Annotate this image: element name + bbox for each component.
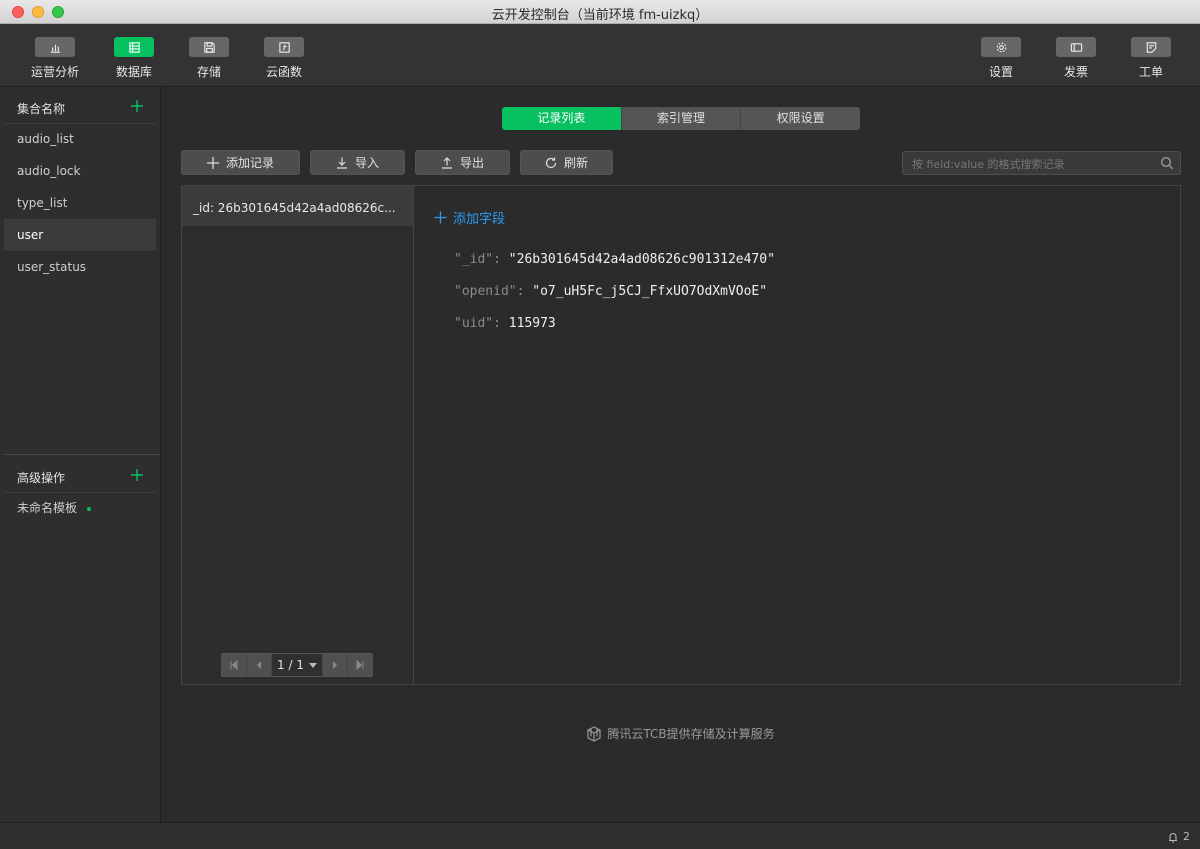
toolbar-label: 数据库 xyxy=(115,65,152,79)
add-field-label: 添加字段 xyxy=(453,212,506,227)
title-bar: 云开发控制台（当前环境 fm-uizkq） xyxy=(0,0,1200,24)
prev-page-icon xyxy=(257,661,261,669)
tab-records[interactable]: 记录列表 xyxy=(502,107,621,130)
tcb-logo-icon xyxy=(587,725,601,742)
template-item[interactable]: 未命名模板 xyxy=(4,492,156,524)
add-collection-icon[interactable] xyxy=(130,99,144,113)
toolbar-settings-button[interactable]: 设置 xyxy=(971,37,1031,80)
database-icon xyxy=(114,37,154,57)
add-field-button[interactable]: 添加字段 xyxy=(434,208,505,227)
toolbar-label: 存储 xyxy=(196,65,221,79)
collection-item[interactable]: audio_lock xyxy=(4,155,156,187)
refresh-label: 刷新 xyxy=(563,156,588,170)
toolbar-label: 工单 xyxy=(1138,65,1163,79)
template-list: 未命名模板 xyxy=(4,492,156,524)
export-label: 导出 xyxy=(459,156,484,170)
toolbar-label: 云函数 xyxy=(265,65,302,79)
next-page-icon xyxy=(333,661,337,669)
plus-icon xyxy=(206,156,219,169)
storage-icon xyxy=(189,37,229,57)
collections-header: 集合名称 xyxy=(4,89,156,124)
field-value: "o7_uH5Fc_j5CJ_FfxUO7OdXmVOoE" xyxy=(532,284,768,299)
next-page-button[interactable] xyxy=(322,654,347,676)
unsaved-dot-icon xyxy=(87,506,92,511)
collection-item[interactable]: type_list xyxy=(4,187,156,219)
status-bar: 2 xyxy=(0,822,1200,849)
prev-page-button[interactable] xyxy=(247,654,272,676)
caret-down-icon xyxy=(308,662,317,668)
add-record-button[interactable]: 添加记录 xyxy=(181,150,300,175)
toolbar: 运营分析 数据库 存储 云函数 设置 发票 工单 xyxy=(0,24,1200,87)
footer-text: 腾讯云TCB提供存储及计算服务 xyxy=(607,727,775,741)
notifications-button[interactable]: 2 xyxy=(1167,830,1190,843)
collection-item[interactable]: audio_list xyxy=(4,123,156,155)
add-template-icon[interactable] xyxy=(130,468,144,482)
field-key: "openid": xyxy=(454,284,525,299)
toolbar-label: 发票 xyxy=(1063,65,1088,79)
toolbar-functions-button[interactable]: 云函数 xyxy=(254,37,314,80)
field-row[interactable]: "uid": 115973 xyxy=(454,316,775,348)
download-icon xyxy=(336,157,347,169)
field-row[interactable]: "_id": "26b301645d42a4ad08626c901312e470… xyxy=(454,252,775,284)
toolbar-storage-button[interactable]: 存储 xyxy=(179,37,239,80)
collection-item[interactable]: user_status xyxy=(4,251,156,283)
toolbar-database-button[interactable]: 数据库 xyxy=(104,37,164,80)
toolbar-analytics-button[interactable]: 运营分析 xyxy=(25,37,85,80)
window-title: 云开发控制台（当前环境 fm-uizkq） xyxy=(491,8,709,23)
plus-icon xyxy=(434,211,447,224)
field-value: 115973 xyxy=(508,316,556,331)
search-icon[interactable] xyxy=(1160,156,1174,170)
collection-list: audio_list audio_lock type_list user use… xyxy=(4,123,156,283)
tab-indexes[interactable]: 索引管理 xyxy=(620,107,741,130)
import-label: 导入 xyxy=(354,156,379,170)
search-box xyxy=(902,151,1181,176)
bar-chart-icon xyxy=(35,37,75,57)
sidebar: 集合名称 audio_list audio_lock type_list use… xyxy=(0,87,161,822)
page-indicator: 1 / 1 xyxy=(277,658,304,672)
template-name: 未命名模板 xyxy=(17,501,78,515)
advanced-header: 高级操作 xyxy=(4,458,156,493)
sidebar-divider xyxy=(4,454,160,455)
last-page-button[interactable] xyxy=(347,654,372,676)
record-item[interactable]: _id: 26b301645d42a4ad08626c... xyxy=(182,186,413,226)
advanced-title: 高级操作 xyxy=(17,471,66,485)
page-selector[interactable]: 1 / 1 xyxy=(272,654,322,676)
field-value: "26b301645d42a4ad08626c901312e470" xyxy=(508,252,775,267)
search-input[interactable] xyxy=(903,152,1164,176)
bell-icon xyxy=(1169,832,1177,843)
footer-brand: 腾讯云TCB提供存储及计算服务 xyxy=(161,725,1200,742)
upload-icon xyxy=(441,156,452,169)
gear-icon xyxy=(981,37,1021,57)
collection-item-selected[interactable]: user xyxy=(4,219,156,251)
field-key: "_id": xyxy=(454,252,501,267)
invoice-icon xyxy=(1056,37,1096,57)
function-icon xyxy=(264,37,304,57)
export-button[interactable]: 导出 xyxy=(415,150,510,175)
ticket-icon xyxy=(1131,37,1171,57)
field-row[interactable]: "openid": "o7_uH5Fc_j5CJ_FfxUO7OdXmVOoE" xyxy=(454,284,775,316)
collections-title: 集合名称 xyxy=(17,102,66,116)
first-page-icon xyxy=(230,660,238,670)
field-key: "uid": xyxy=(454,316,501,331)
add-record-label: 添加记录 xyxy=(225,156,274,170)
record-list: _id: 26b301645d42a4ad08626c... 1 / 1 xyxy=(182,186,414,684)
last-page-icon xyxy=(356,660,364,670)
pagination: 1 / 1 xyxy=(221,653,373,677)
toolbar-invoice-button[interactable]: 发票 xyxy=(1046,37,1106,80)
notification-count: 2 xyxy=(1183,830,1190,843)
main-content: 记录列表 索引管理 权限设置 添加记录 导入 导出 刷新 _id: 26b301… xyxy=(161,87,1200,822)
import-button[interactable]: 导入 xyxy=(310,150,405,175)
toolbar-ticket-button[interactable]: 工单 xyxy=(1121,37,1181,80)
first-page-button[interactable] xyxy=(222,654,247,676)
tab-bar: 记录列表 索引管理 权限设置 xyxy=(502,107,860,130)
records-panel: _id: 26b301645d42a4ad08626c... 1 / 1 添加字… xyxy=(181,185,1181,685)
refresh-button[interactable]: 刷新 xyxy=(520,150,613,175)
toolbar-label: 运营分析 xyxy=(30,65,79,79)
toolbar-label: 设置 xyxy=(988,65,1013,79)
tab-permissions[interactable]: 权限设置 xyxy=(740,107,860,130)
record-fields: "_id": "26b301645d42a4ad08626c901312e470… xyxy=(454,252,775,348)
refresh-icon xyxy=(545,157,557,168)
